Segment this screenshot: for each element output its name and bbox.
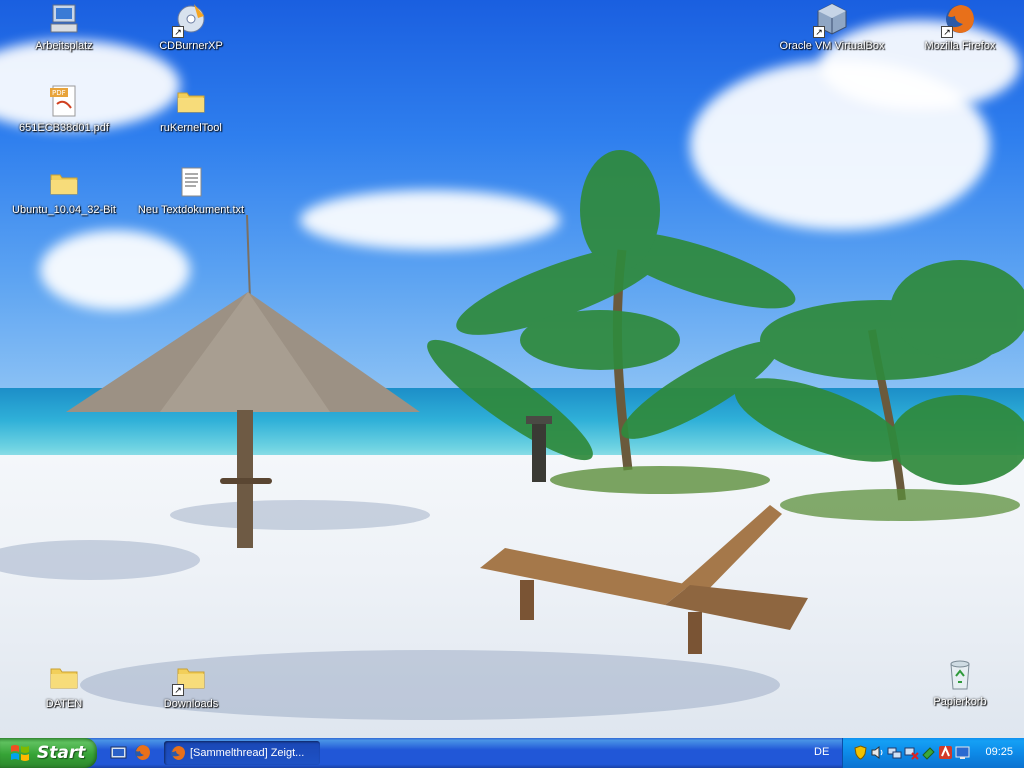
desktop-icon-pdf[interactable]: PDF 651ECB38d01.pdf (8, 84, 120, 134)
desktop-icon-papierkorb[interactable]: Papierkorb (904, 658, 1016, 708)
desktop-icon-ubuntu[interactable]: Ubuntu_10.04_32-Bit (8, 166, 120, 216)
antivirus-icon[interactable] (938, 745, 953, 760)
volume-icon[interactable] (870, 745, 885, 760)
security-shield-icon[interactable] (853, 745, 868, 760)
shortcut-arrow-icon: ↗ (813, 26, 825, 38)
icon-label: Neu Textdokument.txt (137, 204, 245, 216)
icon-label: Arbeitsplatz (35, 40, 93, 52)
language-indicator[interactable]: DE (814, 746, 829, 758)
icon-label: Ubuntu_10.04_32-Bit (12, 204, 116, 216)
icon-label: 651ECB38d01.pdf (19, 122, 109, 134)
shortcut-arrow-icon: ↗ (172, 26, 184, 38)
firefox-icon: ↗ (941, 2, 977, 38)
windows-logo-icon (11, 745, 29, 761)
icon-label: DATEN (45, 698, 83, 710)
folder-icon (174, 84, 208, 118)
system-tray: 09:25 (842, 738, 1024, 768)
desktop-icon-virtualbox[interactable]: ↗ Oracle VM VirtualBox (776, 2, 888, 52)
firefox-quicklaunch-icon[interactable] (134, 744, 151, 761)
desktop-icon-daten[interactable]: DATEN (8, 660, 120, 710)
shortcut-arrow-icon: ↗ (941, 26, 953, 38)
safely-remove-hardware-icon[interactable] (921, 745, 936, 760)
firefox-icon (171, 746, 185, 760)
icon-label: Downloads (163, 698, 219, 710)
icon-label: ruKernelTool (160, 122, 222, 134)
folder-icon (47, 660, 81, 694)
start-button[interactable]: Start (0, 738, 97, 768)
recycle-bin-icon (943, 658, 977, 692)
shortcut-arrow-icon: ↗ (172, 684, 184, 696)
cd-burner-icon: ↗ (172, 2, 208, 38)
taskbar: Start [Sammelthread] Zeigt... DE 09:25 (0, 738, 1024, 768)
virtualbox-icon: ↗ (813, 2, 849, 38)
clock[interactable]: 09:25 (985, 746, 1013, 758)
network-error-icon[interactable] (904, 745, 919, 760)
network-icon[interactable] (887, 745, 902, 760)
desktop-icon-firefox[interactable]: ↗ Mozilla Firefox (904, 2, 1016, 52)
icon-label: Oracle VM VirtualBox (779, 40, 885, 52)
desktop-icon-downloads[interactable]: ↗ Downloads (135, 660, 247, 710)
taskbar-window-button[interactable]: [Sammelthread] Zeigt... (164, 741, 320, 765)
display-settings-icon[interactable] (955, 745, 970, 760)
pdf-file-icon: PDF (47, 84, 81, 118)
desktop-icon-rukerneltool[interactable]: ruKernelTool (135, 84, 247, 134)
icon-label: CDBurnerXP (159, 40, 223, 52)
start-label: Start (37, 743, 86, 763)
icon-label: Mozilla Firefox (924, 40, 996, 52)
desktop-icon-cdburnerxp[interactable]: ↗ CDBurnerXP (135, 2, 247, 52)
folder-icon: ↗ (172, 660, 208, 696)
taskbar-window-title: [Sammelthread] Zeigt... (190, 747, 305, 759)
desktop-icon-textdokument[interactable]: Neu Textdokument.txt (135, 166, 247, 216)
icon-label: Papierkorb (933, 696, 987, 708)
my-computer-icon (47, 2, 81, 36)
desktop-icon-arbeitsplatz[interactable]: Arbeitsplatz (8, 2, 120, 52)
folder-icon (47, 166, 81, 200)
show-desktop-icon[interactable] (110, 744, 127, 761)
text-file-icon (174, 166, 208, 200)
svg-text:PDF: PDF (52, 89, 66, 97)
